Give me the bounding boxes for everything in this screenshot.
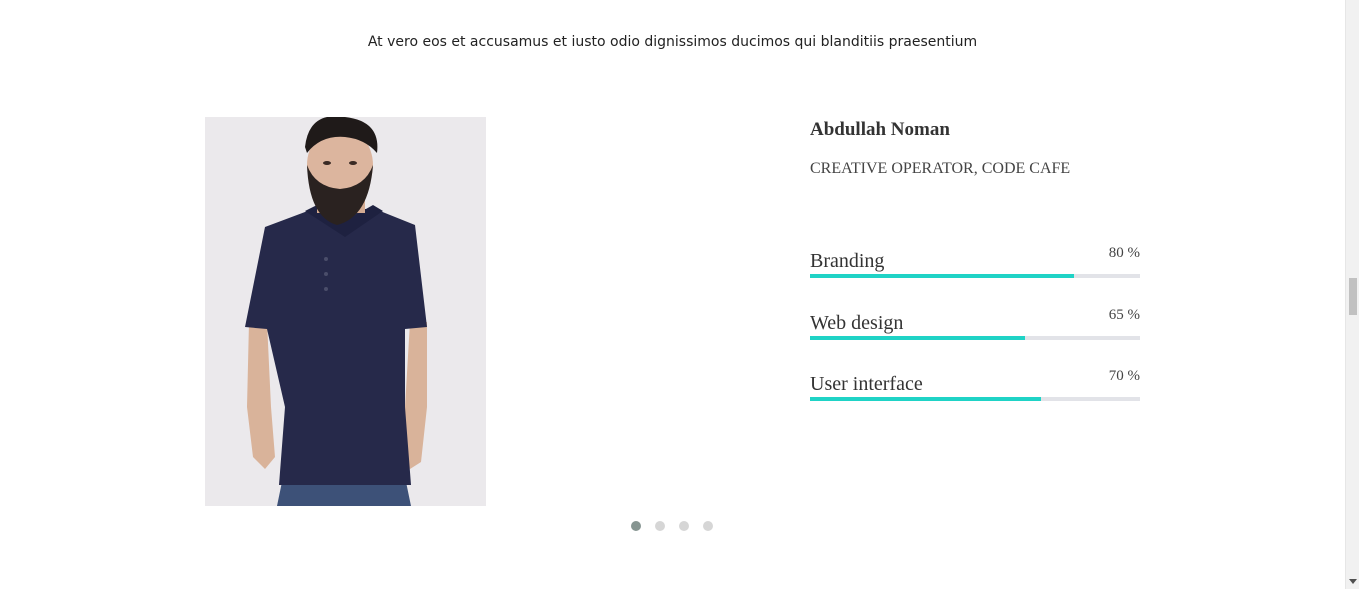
profile-name: Abdullah Noman [810, 119, 950, 140]
carousel-dot-4[interactable] [703, 521, 713, 531]
skill-progress-fill [810, 397, 1041, 401]
carousel-dot-3[interactable] [679, 521, 689, 531]
skill-row: User interface 70 % [810, 368, 1140, 435]
scrollbar-thumb[interactable] [1349, 278, 1357, 315]
profile-details: Abdullah Noman CREATIVE OPERATOR, CODE C… [810, 117, 1140, 401]
skill-percent: 65 % [1108, 306, 1140, 323]
carousel-dots [631, 521, 713, 531]
skill-percent: 80 % [1108, 245, 1140, 261]
skill-label: Web design [810, 311, 904, 334]
carousel-dot-2[interactable] [655, 521, 665, 531]
intro-text: At vero eos et accusamus et iusto odio d… [367, 34, 978, 50]
skill-label: Branding [810, 250, 885, 272]
skill-row: Branding 80 % [810, 245, 1140, 312]
profile-photo [205, 117, 486, 506]
skill-row: Web design 65 % [810, 307, 1140, 374]
scroll-down-arrow-icon[interactable] [1349, 579, 1357, 584]
skill-progress-track [810, 397, 1140, 401]
skill-percent: 70 % [1108, 368, 1140, 384]
carousel-dot-1[interactable] [631, 521, 641, 531]
skill-progress-track [810, 335, 1140, 340]
skill-progress-fill [810, 274, 1074, 278]
skill-progress-fill [810, 335, 1025, 340]
skill-progress-track [810, 274, 1140, 278]
profile-role: CREATIVE OPERATOR, CODE CAFE [810, 160, 1071, 177]
vertical-scrollbar[interactable] [1345, 0, 1359, 589]
skills-list: Branding 80 % Web design 65 % User interface… [810, 245, 1140, 435]
skill-label: User interface [810, 373, 923, 395]
